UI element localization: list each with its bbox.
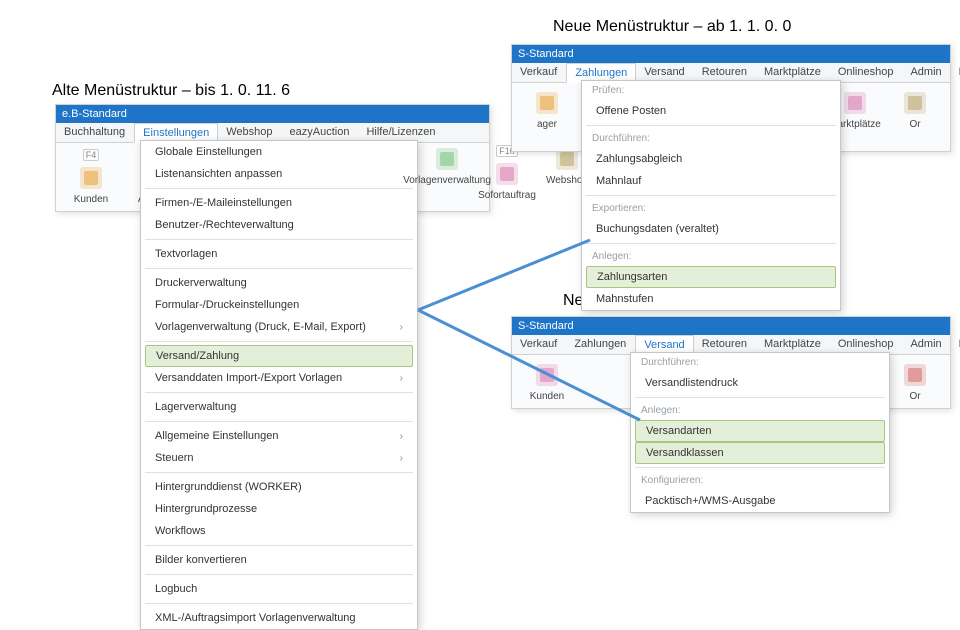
menu-group-header: Prüfen: bbox=[582, 81, 840, 100]
menu-item[interactable]: Globale Einstellungen bbox=[141, 141, 417, 163]
menu-separator bbox=[635, 467, 885, 468]
chevron-right-icon: › bbox=[400, 431, 403, 442]
menu-item[interactable]: Formular-/Druckeinstellungen bbox=[141, 294, 417, 316]
ribbon-btn[interactable]: F10Sofortauftrag bbox=[480, 145, 534, 201]
chevron-right-icon: › bbox=[400, 453, 403, 464]
tab-buchhaltung[interactable]: Buchhaltung bbox=[56, 123, 134, 142]
menu-separator bbox=[635, 397, 885, 398]
menu-item[interactable]: Logbuch bbox=[141, 578, 417, 600]
menu-item[interactable]: XML-/Auftragsimport Vorlagenverwaltung bbox=[141, 607, 417, 629]
ribbon-caption: Vorlagenverwaltung bbox=[403, 175, 491, 186]
ribbon-btn[interactable]: ager bbox=[520, 89, 574, 145]
menu-separator bbox=[145, 268, 413, 269]
menu-separator bbox=[145, 239, 413, 240]
ribbon-icon bbox=[77, 164, 105, 192]
ribbon-caption: Kunden bbox=[74, 194, 108, 205]
menu-separator bbox=[145, 574, 413, 575]
tab-hilfe-lizenzen[interactable]: Hilfe/Lizenzen bbox=[951, 63, 960, 82]
ribbon-btn[interactable]: Vorlagenverwaltung bbox=[420, 145, 474, 201]
ribbon-caption: Or bbox=[909, 119, 920, 130]
menu-item[interactable]: Steuern› bbox=[141, 447, 417, 469]
menu-group-header: Konfigurieren: bbox=[631, 471, 889, 490]
menu-item[interactable]: Listenansichten anpassen bbox=[141, 163, 417, 185]
chevron-right-icon: › bbox=[400, 322, 403, 333]
tab-admin[interactable]: Admin bbox=[902, 63, 950, 82]
old-ribbon-extra: VorlagenverwaltungF10SofortauftragWebsho… bbox=[420, 145, 594, 201]
menu-item[interactable]: Buchungsdaten (veraltet) bbox=[582, 218, 840, 240]
menu-separator bbox=[145, 341, 413, 342]
new-top-menu: Prüfen:Offene PostenDurchführen:Zahlungs… bbox=[581, 80, 841, 311]
new-top-titlebar: S-Standard bbox=[512, 45, 950, 63]
menu-item[interactable]: Textvorlagen bbox=[141, 243, 417, 265]
menu-separator bbox=[586, 125, 836, 126]
menu-separator bbox=[145, 472, 413, 473]
menu-separator bbox=[145, 188, 413, 189]
ribbon-caption: Sofortauftrag bbox=[478, 190, 536, 201]
tab-verkauf[interactable]: Verkauf bbox=[512, 63, 566, 82]
ribbon-icon bbox=[493, 160, 521, 188]
menu-item[interactable]: Bilder konvertieren bbox=[141, 549, 417, 571]
menu-separator bbox=[586, 243, 836, 244]
ribbon-caption: ager bbox=[537, 119, 557, 130]
menu-item[interactable]: Allgemeine Einstellungen› bbox=[141, 425, 417, 447]
ribbon-icon bbox=[901, 89, 929, 117]
ribbon-caption: Kunden bbox=[530, 391, 564, 402]
menu-item[interactable]: Lagerverwaltung bbox=[141, 396, 417, 418]
menu-item[interactable]: Versand/Zahlung bbox=[145, 345, 413, 367]
menu-item[interactable]: Vorlagenverwaltung (Druck, E-Mail, Expor… bbox=[141, 316, 417, 338]
ribbon-icon bbox=[533, 89, 561, 117]
menu-group-header: Durchführen: bbox=[631, 353, 889, 372]
menu-item[interactable]: Hintergrunddienst (WORKER) bbox=[141, 476, 417, 498]
ribbon-icon bbox=[433, 145, 461, 173]
menu-separator bbox=[586, 195, 836, 196]
ribbon-btn[interactable]: Kunden bbox=[520, 361, 574, 402]
old-titlebar: e.B-Standard bbox=[56, 105, 489, 123]
menu-separator bbox=[145, 392, 413, 393]
menu-item[interactable]: Hintergrundprozesse bbox=[141, 498, 417, 520]
menu-group-header: Durchführen: bbox=[582, 129, 840, 148]
menu-item[interactable]: Versanddaten Import-/Export Vorlagen› bbox=[141, 367, 417, 389]
tab-verkauf[interactable]: Verkauf bbox=[512, 335, 566, 354]
menu-item[interactable]: Packtisch+/WMS-Ausgabe bbox=[631, 490, 889, 512]
menu-item[interactable]: Mahnlauf bbox=[582, 170, 840, 192]
menu-group-header: Exportieren: bbox=[582, 199, 840, 218]
ribbon-btn[interactable]: F4Kunden bbox=[64, 149, 118, 205]
menu-item[interactable]: Firmen-/E-Maileinstellungen bbox=[141, 192, 417, 214]
menu-separator bbox=[145, 545, 413, 546]
old-menu: Globale EinstellungenListenansichten anp… bbox=[140, 140, 418, 630]
ribbon-icon bbox=[841, 89, 869, 117]
tab-hilfe-lizenzen[interactable]: Hilfe/Lizenzen bbox=[951, 335, 960, 354]
tab-admin[interactable]: Admin bbox=[902, 335, 950, 354]
menu-group-header: Anlegen: bbox=[631, 401, 889, 420]
menu-item[interactable]: Workflows bbox=[141, 520, 417, 542]
menu-separator bbox=[145, 421, 413, 422]
menu-item[interactable]: Versandklassen bbox=[635, 442, 885, 464]
menu-group-header: Anlegen: bbox=[582, 247, 840, 266]
menu-item[interactable]: Versandarten bbox=[635, 420, 885, 442]
label-new-top: Neue Menüstruktur – ab 1. 1. 0. 0 bbox=[553, 18, 791, 36]
new-bottom-titlebar: S-Standard bbox=[512, 317, 950, 335]
menu-item[interactable]: Zahlungsabgleich bbox=[582, 148, 840, 170]
menu-item[interactable]: Offene Posten bbox=[582, 100, 840, 122]
tab-zahlungen[interactable]: Zahlungen bbox=[566, 335, 635, 354]
menu-item[interactable]: Druckerverwaltung bbox=[141, 272, 417, 294]
menu-separator bbox=[145, 603, 413, 604]
menu-item[interactable]: Versandlistendruck bbox=[631, 372, 889, 394]
chevron-right-icon: › bbox=[400, 373, 403, 384]
ribbon-btn[interactable]: Or bbox=[888, 361, 942, 402]
menu-item[interactable]: Zahlungsarten bbox=[586, 266, 836, 288]
ribbon-icon bbox=[533, 361, 561, 389]
menu-item[interactable]: Benutzer-/Rechteverwaltung bbox=[141, 214, 417, 236]
ribbon-icon bbox=[901, 361, 929, 389]
ribbon-caption: Or bbox=[909, 391, 920, 402]
ribbon-btn[interactable]: Or bbox=[888, 89, 942, 145]
menu-item[interactable]: Mahnstufen bbox=[582, 288, 840, 310]
label-old: Alte Menüstruktur – bis 1. 0. 11. 6 bbox=[52, 82, 290, 100]
new-bottom-menu: Durchführen:VersandlistendruckAnlegen:Ve… bbox=[630, 352, 890, 513]
